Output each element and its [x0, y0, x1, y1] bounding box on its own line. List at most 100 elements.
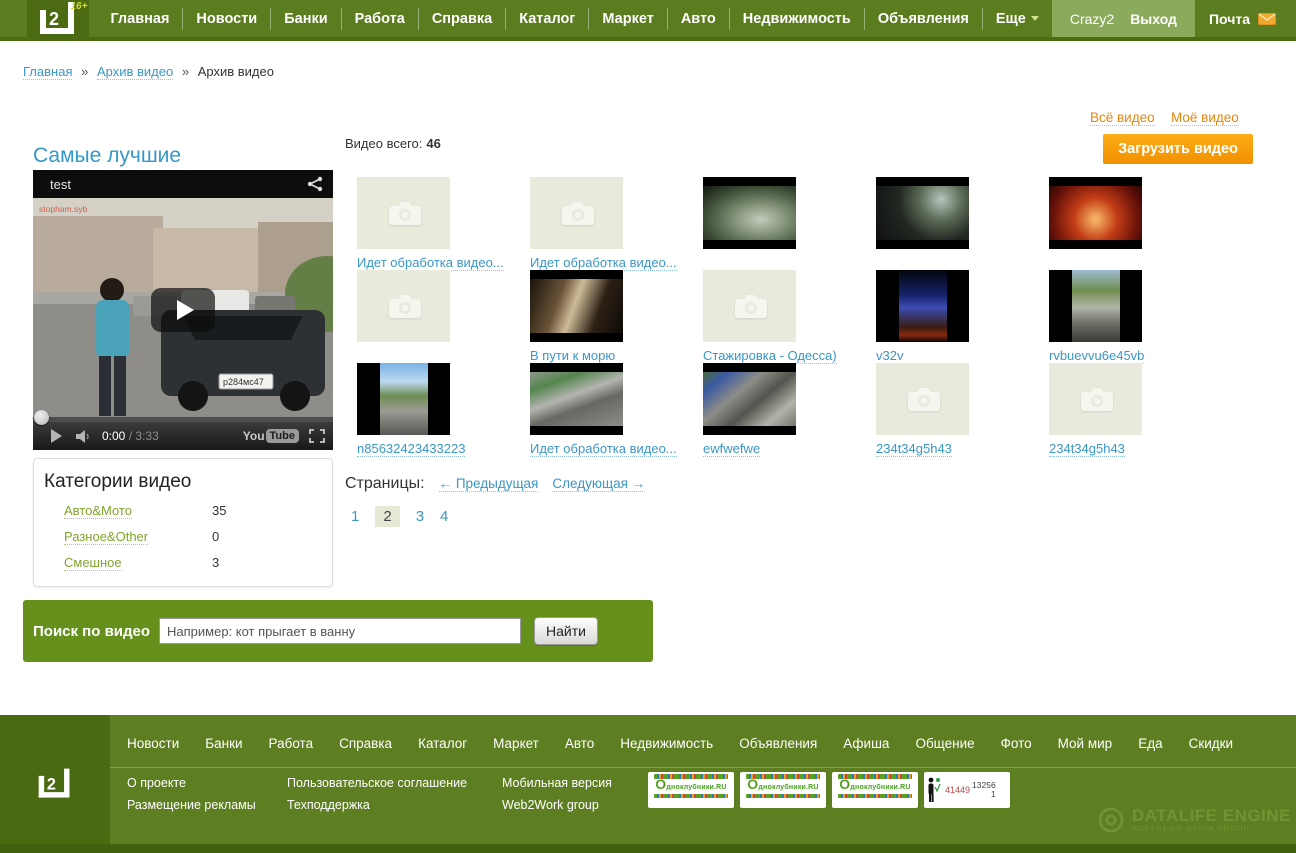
seek-bar[interactable]	[33, 417, 333, 422]
footer-nav-obshchenie[interactable]: Общение	[915, 736, 974, 751]
breadcrumb-home[interactable]: Главная	[23, 64, 72, 80]
nav-item-katalog[interactable]: Каталог	[506, 8, 589, 30]
video-thumbnail-placeholder[interactable]	[357, 270, 450, 342]
video-title-link[interactable]: rvbuevvu6e45vb	[1049, 348, 1144, 364]
footer-nav-novosti[interactable]: Новости	[127, 736, 179, 751]
video-title-link[interactable]: 234t34g5h43	[1049, 441, 1125, 457]
video-title-link[interactable]: Идет обработка видео...	[530, 441, 677, 457]
nav-item-novosti[interactable]: Новости	[183, 8, 271, 30]
camera-icon	[557, 198, 597, 228]
nav-item-avto[interactable]: Авто	[668, 8, 730, 30]
nav-item-spravka[interactable]: Справка	[419, 8, 506, 30]
video-thumbnail-placeholder[interactable]	[1049, 363, 1142, 435]
video-title-link[interactable]: ewfwefwe	[703, 441, 760, 457]
video-thumbnail-placeholder[interactable]	[357, 177, 450, 249]
footer-link-web2work[interactable]: Web2Work group	[502, 798, 599, 812]
youtube-logo-you: You	[243, 429, 265, 443]
pagination-next-link[interactable]: Следующая →	[552, 476, 645, 492]
my-videos-link[interactable]: Моё видео	[1171, 110, 1239, 126]
footer-link-about[interactable]: О проекте	[127, 776, 186, 790]
visitor-counter-banner[interactable]: 41449 13256 1	[924, 772, 1010, 808]
nav-item-banki[interactable]: Банки	[271, 8, 341, 30]
top-navigation-bar: 2 16+ Главная Новости Банки Работа Справ…	[0, 0, 1296, 41]
nav-item-market[interactable]: Маркет	[589, 8, 667, 30]
youtube-logo[interactable]: YouTube	[243, 429, 299, 443]
footer-nav-nedvizhimost[interactable]: Недвижимость	[620, 736, 713, 751]
mail-link[interactable]: Почта	[1195, 0, 1296, 37]
page-number-4[interactable]: 4	[440, 508, 448, 525]
odnoklubniki-banner[interactable]: Одноклубники.RU	[740, 772, 826, 808]
video-thumbnail[interactable]	[876, 270, 969, 342]
seek-knob[interactable]	[34, 410, 49, 425]
nav-item-nedvizhimost[interactable]: Недвижимость	[730, 8, 865, 30]
footer-nav-moy-mir[interactable]: Мой мир	[1058, 736, 1113, 751]
category-link-avto-moto[interactable]: Авто&Мото	[64, 503, 132, 519]
banner-figures-strip	[746, 794, 820, 798]
nav-item-rabota[interactable]: Работа	[342, 8, 419, 30]
video-title-link[interactable]: В пути к морю	[530, 348, 615, 364]
video-title-link[interactable]: 234t34g5h43	[876, 441, 952, 457]
search-button[interactable]: Найти	[534, 617, 598, 645]
footer-nav-banki[interactable]: Банки	[205, 736, 242, 751]
nav-more-label: Еще	[996, 11, 1026, 27]
upload-video-button[interactable]: Загрузить видео	[1103, 134, 1253, 164]
footer-nav-market[interactable]: Маркет	[493, 736, 539, 751]
video-thumbnail-placeholder[interactable]	[530, 177, 623, 249]
video-thumbnail-placeholder[interactable]	[703, 270, 796, 342]
username-link[interactable]: Crazy2	[1070, 11, 1114, 27]
datalife-engine-logo[interactable]: DATALIFE ENGINE SOFTNEWS MEDIA GROUP	[1098, 807, 1291, 833]
video-thumbnail[interactable]	[530, 363, 623, 435]
video-title-link[interactable]: v32v	[876, 348, 903, 364]
odnoklubniki-banner[interactable]: Одноклубники.RU	[648, 772, 734, 808]
video-card: Идет обработка видео...	[518, 363, 691, 456]
footer-nav-avto[interactable]: Авто	[565, 736, 594, 751]
volume-icon[interactable]	[76, 430, 90, 443]
footer-link-advertising[interactable]: Размещение рекламы	[127, 798, 256, 812]
video-thumbnail[interactable]	[703, 177, 796, 249]
video-title-link[interactable]: Идет обработка видео...	[357, 255, 504, 271]
footer-nav-foto[interactable]: Фото	[1001, 736, 1032, 751]
category-link-smeshnoe[interactable]: Смешное	[64, 555, 122, 571]
video-thumbnail[interactable]	[876, 177, 969, 249]
player-play-button[interactable]	[51, 429, 62, 443]
video-title-link[interactable]: Стажировка - Одесса)	[703, 348, 837, 364]
video-frame[interactable]: р284мс47 stopham.syb	[33, 198, 333, 422]
footer-site-logo-icon[interactable]: 2	[36, 767, 74, 801]
breadcrumb-section[interactable]: Архив видео	[97, 64, 173, 80]
video-thumbnail[interactable]	[703, 363, 796, 435]
video-thumbnail[interactable]	[1049, 177, 1142, 249]
video-title-link[interactable]: n85632423433223	[357, 441, 465, 457]
thumbnail-image	[380, 363, 428, 435]
footer-nav-rabota[interactable]: Работа	[269, 736, 314, 751]
footer-link-mobile[interactable]: Мобильная версия	[502, 776, 612, 790]
fullscreen-icon[interactable]	[309, 429, 325, 443]
video-thumbnail[interactable]	[357, 363, 450, 435]
category-link-raznoe[interactable]: Разное&Other	[64, 529, 148, 545]
nav-item-glavnaya[interactable]: Главная	[97, 8, 183, 30]
nav-item-obyavleniya[interactable]: Объявления	[865, 8, 983, 30]
page-number-3[interactable]: 3	[416, 508, 424, 525]
footer-nav-afisha[interactable]: Афиша	[843, 736, 889, 751]
search-input[interactable]	[159, 618, 521, 644]
page-number-1[interactable]: 1	[351, 508, 359, 525]
video-thumbnail[interactable]	[1049, 270, 1142, 342]
video-title-link[interactable]: Идет обработка видео...	[530, 255, 677, 271]
footer-nav-eda[interactable]: Еда	[1138, 736, 1162, 751]
footer-nav-spravka[interactable]: Справка	[339, 736, 392, 751]
footer-nav-skidki[interactable]: Скидки	[1189, 736, 1234, 751]
video-thumbnail[interactable]	[530, 270, 623, 342]
player-video-title: test	[50, 177, 307, 192]
video-thumbnail-placeholder[interactable]	[876, 363, 969, 435]
footer-nav-katalog[interactable]: Каталог	[418, 736, 467, 751]
odnoklubniki-banner[interactable]: Одноклубники.RU	[832, 772, 918, 808]
logout-link[interactable]: Выход	[1130, 11, 1177, 27]
footer-link-support[interactable]: Техподдержка	[287, 798, 370, 812]
all-videos-link[interactable]: Всё видео	[1090, 110, 1155, 126]
share-icon[interactable]	[307, 176, 323, 192]
site-logo[interactable]: 2 16+	[27, 0, 89, 37]
pagination-prev-link[interactable]: ← Предыдущая	[439, 476, 539, 492]
footer-link-agreement[interactable]: Пользовательское соглашение	[287, 776, 467, 790]
play-button-overlay[interactable]	[151, 288, 215, 332]
footer-nav-obyavleniya[interactable]: Объявления	[739, 736, 817, 751]
nav-item-more[interactable]: Еще	[983, 8, 1052, 30]
